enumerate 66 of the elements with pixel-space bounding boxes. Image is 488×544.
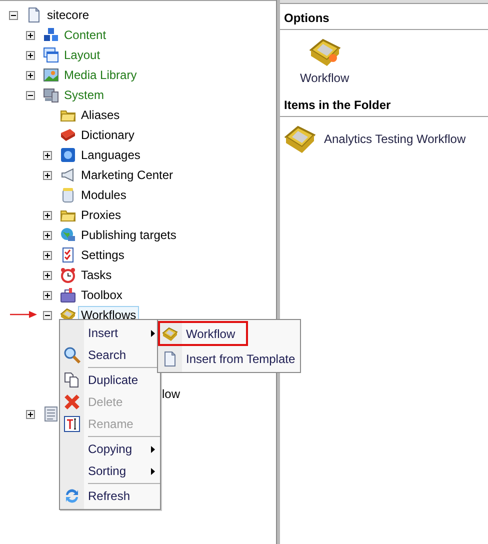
tree-item[interactable]: Publishing targets	[78, 226, 180, 244]
arrow	[10, 311, 37, 318]
expand-toggle[interactable]	[26, 30, 35, 40]
tree-item[interactable]: Marketing Center	[78, 166, 176, 184]
expand-toggle[interactable]	[43, 270, 52, 280]
list-document-icon	[43, 406, 59, 422]
computer-icon	[43, 87, 59, 103]
toolbox-icon	[60, 287, 76, 303]
expand-toggle[interactable]	[43, 230, 52, 240]
cubes-icon	[43, 27, 59, 43]
tray-icon	[162, 326, 178, 342]
tree-item[interactable]: low	[159, 385, 184, 403]
document-icon	[162, 350, 178, 366]
expand-toggle[interactable]	[26, 50, 35, 60]
tree-item[interactable]: Media Library	[61, 66, 140, 84]
option-tile[interactable]: Workflow	[300, 36, 350, 85]
tree-item[interactable]: Toolbox	[78, 286, 126, 304]
refresh-icon	[64, 488, 80, 504]
collapse-toggle[interactable]	[26, 90, 35, 100]
tree-item[interactable]: Dictionary	[78, 126, 138, 144]
expand-toggle[interactable]	[43, 210, 52, 220]
collapse-toggle[interactable]	[9, 10, 18, 20]
tray-icon	[284, 123, 316, 155]
expand-toggle[interactable]	[26, 410, 35, 418]
book-icon	[60, 127, 76, 143]
tree-item[interactable]: Content	[61, 26, 110, 44]
windows-icon	[43, 47, 59, 63]
tree-item[interactable]: Proxies	[78, 206, 124, 224]
expand-toggle[interactable]	[43, 290, 52, 300]
tree-item[interactable]: System	[61, 86, 108, 104]
rename-icon	[64, 416, 80, 432]
tray-icon	[308, 36, 341, 68]
close-icon	[64, 394, 80, 410]
globe-icon	[60, 227, 76, 243]
expand-toggle[interactable]	[43, 250, 52, 260]
menu-item[interactable]: Workflow	[186, 326, 236, 340]
menu-item[interactable]: Search	[88, 348, 126, 362]
tree-item[interactable]: sitecore	[44, 6, 92, 24]
expand-toggle[interactable]	[43, 170, 52, 180]
expand-toggle[interactable]	[26, 70, 35, 80]
checklist-icon	[60, 247, 76, 263]
tree-item[interactable]: Languages	[78, 146, 144, 164]
tree-item[interactable]: Tasks	[78, 266, 115, 284]
expand-toggle[interactable]	[43, 150, 52, 160]
menu-item[interactable]: Insert	[88, 326, 118, 340]
collapse-toggle[interactable]	[43, 310, 52, 320]
alarm-clock-icon	[60, 267, 76, 283]
jar-icon	[60, 187, 76, 203]
menu-item[interactable]: Copying	[88, 442, 132, 456]
menu-item[interactable]: Refresh	[88, 489, 130, 503]
menu-item[interactable]: Duplicate	[88, 373, 138, 387]
tree-item[interactable]: Settings	[78, 246, 128, 264]
search-icon	[63, 346, 81, 364]
globe-icon	[60, 147, 76, 163]
copy-icon	[64, 372, 80, 388]
folder-item[interactable]: Analytics Testing Workflow	[324, 132, 466, 146]
megaphone-icon	[60, 167, 76, 183]
tree-item[interactable]: Aliases	[78, 106, 123, 124]
tree-item[interactable]: Layout	[61, 46, 104, 64]
menu-item[interactable]: Insert from Template	[186, 352, 296, 366]
section-heading: Options	[280, 4, 488, 30]
tree-item[interactable]: Modules	[78, 186, 130, 204]
image-icon	[43, 67, 59, 83]
section-heading: Items in the Folder	[280, 91, 488, 117]
document-icon	[26, 7, 42, 23]
menu-item[interactable]: Sorting	[88, 464, 126, 478]
